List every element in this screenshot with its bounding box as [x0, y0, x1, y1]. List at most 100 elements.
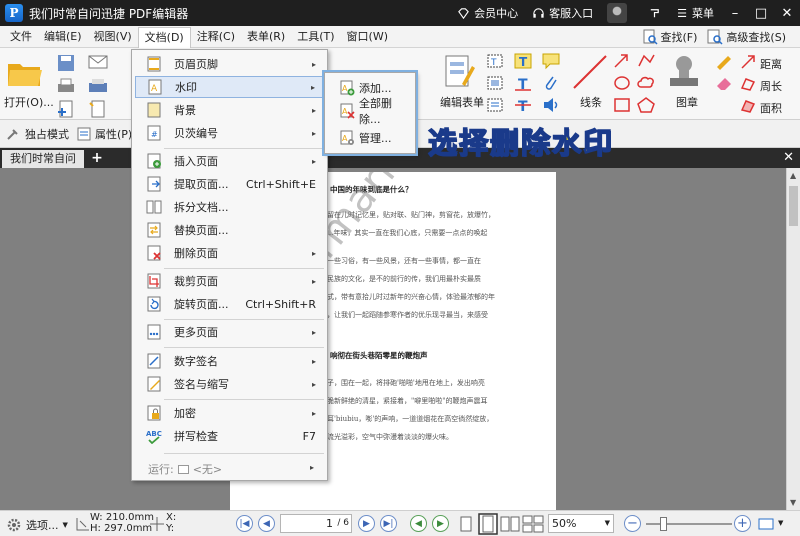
text-box-icon[interactable]: T	[513, 74, 533, 92]
menu-spell-check[interactable]: ABC 拼写检查 F7	[135, 425, 324, 447]
menu-extract-pages[interactable]: 提取页面... Ctrl+Shift+E	[135, 173, 324, 195]
print-icon[interactable]	[56, 78, 76, 96]
text-field-icon[interactable]: T	[485, 52, 505, 70]
prev-page-button[interactable]: ◀	[258, 515, 275, 532]
continuous-page-icon[interactable]	[478, 513, 498, 535]
callout-icon[interactable]: T	[513, 96, 533, 114]
sticky-note-icon[interactable]	[541, 52, 561, 70]
typewriter-icon[interactable]: T	[513, 52, 533, 70]
main-menu-button[interactable]: ☰ 菜单	[677, 5, 714, 21]
stamp-icon[interactable]	[666, 52, 702, 92]
user-avatar[interactable]	[607, 3, 628, 23]
ellipse-tool-icon[interactable]	[612, 74, 632, 92]
first-page-button[interactable]: |◀	[236, 515, 253, 532]
next-page-button[interactable]: ▶	[358, 515, 375, 532]
list-field-icon[interactable]	[485, 96, 505, 114]
attach-icon[interactable]	[541, 74, 561, 92]
checkbox-field-icon[interactable]	[485, 74, 505, 92]
new-file-icon[interactable]	[88, 100, 108, 118]
member-center-link[interactable]: 会员中心	[457, 5, 518, 21]
open-folder-icon[interactable]	[6, 56, 44, 90]
last-page-button[interactable]: ▶|	[380, 515, 397, 532]
rectangle-tool-icon[interactable]	[612, 96, 632, 114]
menu-crop-pages[interactable]: 裁剪页面 ▸	[135, 270, 324, 292]
eraser-icon[interactable]	[714, 74, 734, 92]
fit-page-icon[interactable]	[758, 516, 774, 532]
scroll-down-arrow[interactable]: ▼	[790, 498, 796, 507]
page-number-input[interactable]: 1 / 6	[280, 514, 352, 533]
add-tab-button[interactable]: +	[90, 151, 104, 165]
menu-sign-initials[interactable]: 签名与缩写 ▸	[135, 373, 324, 395]
facing-page-icon[interactable]	[500, 515, 520, 533]
cloud-tool-icon[interactable]	[636, 74, 656, 92]
forward-button[interactable]: ▶	[432, 515, 449, 532]
menu-delete-pages[interactable]: 删除页面 ▸	[135, 242, 324, 264]
zoom-slider[interactable]	[646, 517, 732, 531]
new-doc-icon[interactable]	[56, 100, 76, 118]
document-tab[interactable]: 我们时常自问	[2, 150, 84, 168]
menu-watermark[interactable]: A 水印 ▸	[135, 76, 324, 98]
menu-edit[interactable]: 编辑(E)	[38, 27, 88, 47]
find-button[interactable]: 查找(F)	[642, 29, 697, 45]
menu-view[interactable]: 视图(V)	[88, 27, 138, 47]
run-action[interactable]: 运行: <无>	[148, 461, 222, 477]
single-page-icon[interactable]	[458, 515, 474, 533]
scroll-thumb[interactable]	[789, 186, 798, 226]
polygon-line-icon[interactable]	[636, 52, 656, 70]
customer-service-link[interactable]: 客服入口	[532, 5, 593, 21]
lines-label[interactable]: 线条	[580, 94, 602, 110]
advanced-find-button[interactable]: 高级查找(S)	[707, 29, 786, 45]
menu-header-footer[interactable]: 页眉页脚 ▸	[135, 53, 324, 75]
perimeter-icon	[740, 78, 756, 91]
menu-form[interactable]: 表单(R)	[241, 27, 291, 47]
menu-bates-numbering[interactable]: # 贝茨编号 ▸	[135, 122, 324, 144]
options-button[interactable]: 选项... ▼	[6, 517, 68, 533]
menu-more-pages[interactable]: 更多页面 ▸	[135, 321, 324, 343]
zoom-out-button[interactable]: −	[624, 515, 641, 532]
vertical-scrollbar[interactable]: ▲ ▼	[786, 168, 800, 510]
zoom-slider-thumb[interactable]	[660, 517, 667, 531]
menu-document[interactable]: 文档(D)	[137, 26, 191, 49]
perimeter-label[interactable]: 周长	[760, 78, 782, 94]
pencil-icon[interactable]	[714, 52, 734, 70]
menu-file[interactable]: 文件	[4, 27, 38, 47]
menu-background[interactable]: 背景 ▸	[135, 99, 324, 121]
line-tool-icon[interactable]	[570, 52, 610, 92]
edit-form-icon[interactable]	[442, 54, 476, 90]
area-label[interactable]: 面积	[760, 100, 782, 116]
menu-rotate-pages[interactable]: 旋转页面... Ctrl+Shift+R	[135, 293, 324, 315]
edit-form-label[interactable]: 编辑表单	[440, 94, 484, 110]
close-tab-button[interactable]: ✕	[783, 150, 794, 165]
menu-window[interactable]: 窗口(W)	[341, 27, 394, 47]
watermark-manage[interactable]: A 管理...	[329, 127, 413, 149]
maximize-button[interactable]: □	[748, 0, 774, 26]
email-icon[interactable]	[88, 54, 108, 70]
save-icon[interactable]	[56, 54, 76, 72]
arrow-tool-icon[interactable]	[612, 52, 632, 70]
menu-insert-page[interactable]: 插入页面 ▸	[135, 150, 324, 172]
menu-replace-pages[interactable]: 替换页面...	[135, 219, 324, 241]
run-label: 运行:	[148, 463, 174, 476]
skin-icon[interactable]	[641, 0, 667, 26]
watermark-remove-all[interactable]: A 全部删除...	[329, 97, 413, 126]
open-label[interactable]: 打开(O)...	[4, 94, 54, 110]
exclusive-mode-button[interactable]: 独占模式	[6, 126, 69, 142]
menu-split-document[interactable]: 拆分文档...	[135, 196, 324, 218]
menu-digital-signature[interactable]: 数字签名 ▸	[135, 350, 324, 372]
distance-label[interactable]: 距离	[760, 56, 782, 72]
zoom-in-button[interactable]: +	[734, 515, 751, 532]
scroll-up-arrow[interactable]: ▲	[790, 171, 796, 180]
pentagon-tool-icon[interactable]	[636, 96, 656, 114]
continuous-facing-icon[interactable]	[522, 515, 544, 533]
chevron-down-icon[interactable]: ▼	[778, 519, 783, 527]
zoom-select[interactable]: 50% ▼	[548, 514, 614, 533]
sound-icon[interactable]	[541, 96, 561, 114]
back-button[interactable]: ◀	[410, 515, 427, 532]
stamp-label[interactable]: 图章	[676, 94, 698, 110]
scan-icon[interactable]	[88, 78, 108, 94]
menu-tools[interactable]: 工具(T)	[291, 27, 340, 47]
menu-encrypt[interactable]: 加密 ▸	[135, 402, 324, 424]
close-button[interactable]: ✕	[774, 0, 800, 26]
menu-comment[interactable]: 注释(C)	[191, 27, 241, 47]
minimize-button[interactable]: –	[722, 0, 748, 26]
